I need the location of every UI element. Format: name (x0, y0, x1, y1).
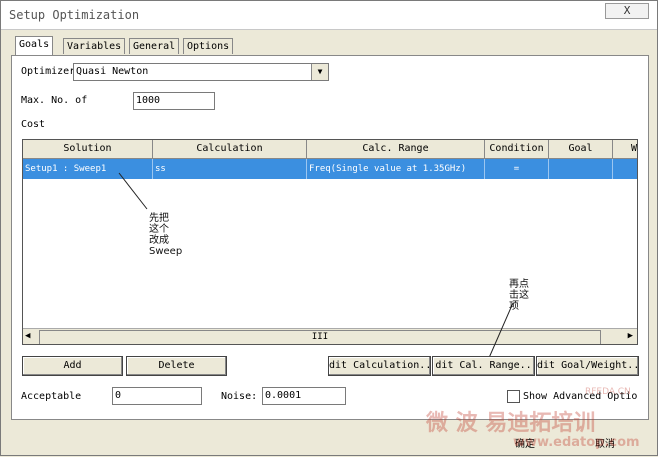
column-header-calculation[interactable]: Calculation (153, 140, 307, 159)
cell-weight[interactable] (613, 159, 637, 179)
cost-label: Cost (21, 119, 46, 130)
acceptable-input[interactable]: 0 (112, 387, 202, 405)
acceptable-value: 0 (115, 390, 122, 401)
chevron-down-icon[interactable]: ▼ (311, 64, 328, 80)
noise-value: 0.0001 (265, 390, 302, 401)
watermark-url: www.edatop.com (513, 435, 640, 450)
edit-goal-weight-button[interactable]: dit Goal/Weight.. (536, 356, 639, 376)
noise-input[interactable]: 0.0001 (262, 387, 346, 405)
add-button[interactable]: Add (22, 356, 123, 376)
goals-table: Solution Calculation Calc. Range Conditi… (22, 139, 638, 345)
tab-options[interactable]: Options (183, 38, 234, 54)
watermark-small: RFEDA.CN (585, 387, 631, 397)
annotation-note-1: 先把 这个 改成 Sweep (149, 213, 183, 257)
optimizer-label: Optimizer (21, 66, 76, 77)
tab-variables[interactable]: Variables (63, 38, 126, 54)
title-bar: Setup Optimization X (1, 1, 657, 30)
scroll-left-icon[interactable]: ◀ (25, 331, 30, 341)
column-header-goal[interactable]: Goal (549, 140, 613, 159)
cell-solution[interactable]: Setup1 : Sweep1 (23, 159, 153, 179)
column-header-condition[interactable]: Condition (485, 140, 549, 159)
setup-optimization-dialog: Setup Optimization X Goals Variables Gen… (0, 0, 658, 456)
show-advanced-checkbox[interactable] (507, 390, 520, 403)
tab-goals[interactable]: Goals (15, 36, 54, 55)
max-iterations-value: 1000 (136, 95, 161, 106)
horizontal-scrollbar[interactable]: ◀ III ▶ (23, 328, 637, 344)
column-header-weight[interactable]: We (613, 140, 637, 159)
window-title: Setup Optimization (9, 8, 140, 22)
acceptable-label: Acceptable (21, 391, 82, 402)
edit-calculation-button[interactable]: dit Calculation.. (328, 356, 431, 376)
cell-condition[interactable]: = (485, 159, 549, 179)
table-row[interactable]: Setup1 : Sweep1 ss Freq(Single value at … (23, 159, 637, 179)
noise-label: Noise: (221, 391, 258, 402)
watermark-main: 微 波 易迪拓培训 (426, 411, 596, 436)
annotation-note-2: 再点 击这 项 (509, 279, 529, 312)
column-header-calc-range[interactable]: Calc. Range (307, 140, 485, 159)
column-header-solution[interactable]: Solution (23, 140, 153, 159)
cell-goal[interactable] (549, 159, 613, 179)
scroll-thumb[interactable]: III (39, 330, 601, 344)
max-iterations-input[interactable]: 1000 (133, 92, 215, 110)
cell-calc-range[interactable]: Freq(Single value at 1.35GHz) (307, 159, 485, 179)
tab-general[interactable]: General (129, 38, 180, 54)
close-button[interactable]: X (605, 3, 649, 19)
optimizer-value: Quasi Newton (76, 66, 149, 77)
edit-calc-range-button[interactable]: dit Cal. Range.. (432, 356, 535, 376)
max-iterations-label: Max. No. of (21, 95, 88, 106)
scroll-right-icon[interactable]: ▶ (628, 331, 633, 341)
delete-button[interactable]: Delete (126, 356, 227, 376)
cell-calculation[interactable]: ss (153, 159, 307, 179)
optimizer-select[interactable]: Quasi Newton ▼ (73, 63, 329, 81)
